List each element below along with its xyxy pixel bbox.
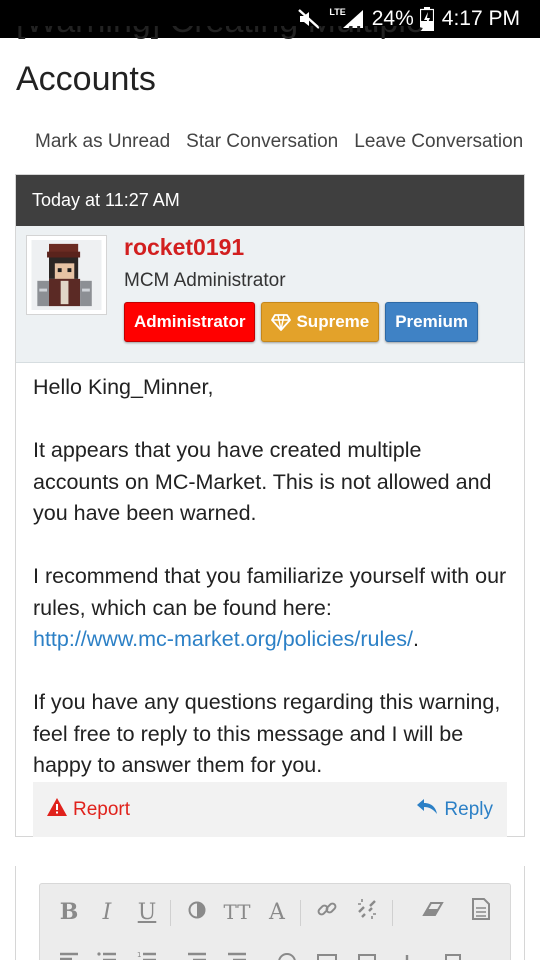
network-type: LTE — [329, 7, 346, 17]
warning-icon — [47, 797, 67, 822]
underline-button[interactable]: U — [132, 892, 162, 932]
indent-button[interactable] — [222, 942, 252, 960]
save-icon — [443, 950, 463, 960]
remove-format-button[interactable] — [418, 892, 448, 932]
plus-icon — [397, 950, 417, 960]
italic-button[interactable]: I — [92, 892, 122, 932]
toolbar-row-1: B I U TT A — [40, 892, 510, 932]
outdent-icon — [187, 950, 207, 960]
author-username[interactable]: rocket0191 — [124, 234, 244, 261]
message-body: Hello King_Minner, It appears that you h… — [16, 363, 524, 782]
administrator-badge: Administrator — [124, 302, 256, 342]
avatar[interactable] — [26, 235, 107, 315]
font-button[interactable]: A — [262, 892, 292, 932]
message-card: Today at 11:27 AM rocket0191 MCM Adminis… — [15, 174, 525, 837]
author-badges: Administrator Supreme Premium — [124, 302, 478, 342]
contrast-icon — [188, 900, 206, 925]
premium-badge: Premium — [385, 302, 478, 342]
message-footer: Report Reply — [33, 782, 507, 837]
outdent-button[interactable] — [182, 942, 212, 960]
reply-icon — [416, 798, 438, 821]
rules-link[interactable]: http://www.mc-market.org/policies/rules/ — [33, 627, 413, 651]
numbered-list-button[interactable]: 1 — [132, 942, 162, 960]
supreme-badge: Supreme — [261, 302, 380, 342]
image-button[interactable] — [312, 942, 342, 960]
insert-button[interactable] — [392, 942, 422, 960]
numbered-list-icon: 1 — [137, 950, 157, 960]
author-block: rocket0191 MCM Administrator Administrat… — [16, 226, 524, 363]
text-size-button[interactable]: TT — [222, 892, 252, 932]
source-button[interactable] — [466, 892, 496, 932]
svg-text:1: 1 — [137, 951, 141, 959]
unlink-icon — [356, 898, 378, 926]
indent-icon — [227, 950, 247, 960]
link-icon — [316, 898, 338, 926]
author-title: MCM Administrator — [124, 270, 286, 291]
eraser-icon — [422, 900, 444, 925]
message-greeting: Hello King_Minner, — [33, 375, 214, 399]
media-button[interactable] — [352, 942, 382, 960]
mark-unread-link[interactable]: Mark as Unread — [35, 131, 170, 153]
bold-button[interactable]: B — [54, 892, 84, 932]
star-conversation-link[interactable]: Star Conversation — [186, 131, 338, 153]
smilie-button[interactable] — [272, 942, 302, 960]
diamond-icon — [271, 313, 292, 331]
toolbar-separator — [392, 900, 393, 926]
report-button[interactable]: Report — [47, 797, 130, 822]
toolbar-separator — [170, 900, 171, 926]
page-title: Accounts — [16, 60, 156, 98]
message-date: Today at 11:27 AM — [16, 175, 524, 226]
image-icon — [317, 950, 337, 960]
message-paragraph-1: It appears that you have created multipl… — [33, 438, 492, 525]
film-icon — [357, 950, 377, 960]
message-paragraph-2: I recommend that you familiarize yoursel… — [33, 564, 507, 651]
avatar-image — [31, 240, 102, 310]
link-button[interactable] — [312, 892, 342, 932]
bullet-list-icon — [97, 950, 117, 960]
draft-button[interactable] — [438, 942, 468, 960]
toolbar-row-2: 1 — [40, 942, 510, 960]
page-title-line1: [Warning] Creating Multiple — [16, 26, 536, 42]
bullet-list-button[interactable] — [92, 942, 122, 960]
smile-icon — [277, 950, 297, 960]
align-left-icon — [59, 950, 79, 960]
reply-editor: B I U TT A 1 — [15, 866, 525, 960]
unlink-button[interactable] — [352, 892, 382, 932]
leave-conversation-link[interactable]: Leave Conversation — [354, 131, 523, 153]
reply-button[interactable]: Reply — [416, 798, 493, 821]
message-paragraph-3: If you have any questions regarding this… — [33, 690, 501, 777]
align-left-button[interactable] — [54, 942, 84, 960]
toolbar-separator — [300, 900, 301, 926]
document-icon — [472, 898, 490, 926]
conversation-actions: Mark as Unread Star Conversation Leave C… — [35, 131, 523, 153]
color-button[interactable] — [182, 892, 212, 932]
editor-toolbar: B I U TT A 1 — [39, 883, 511, 960]
